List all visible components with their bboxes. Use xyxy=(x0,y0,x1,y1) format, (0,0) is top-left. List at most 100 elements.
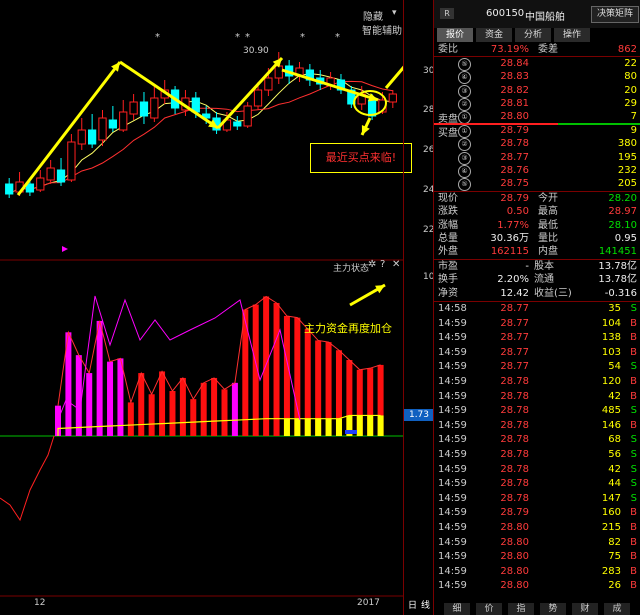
trade-row: 14:59 28.78 44 S xyxy=(434,477,640,491)
trade-row: 14:59 28.78 146 B xyxy=(434,419,640,433)
trade-price: 28.78 xyxy=(500,376,529,387)
wc-value: 862 xyxy=(617,44,637,55)
order-price: 28.82 xyxy=(500,84,529,96)
trade-row: 14:59 28.80 283 B xyxy=(434,565,640,579)
candle-body xyxy=(5,183,14,195)
buy-label: 买盘 xyxy=(438,128,458,139)
trade-time: 14:59 xyxy=(438,390,467,402)
stat-value: 0.50 xyxy=(506,206,529,218)
close-icon[interactable]: ✕ xyxy=(392,259,400,270)
quote-tabs: 报价 资金 分析 操作 xyxy=(434,28,640,42)
order-row: ④ 28.76 232 xyxy=(434,164,640,178)
trade-price: 28.80 xyxy=(500,522,529,533)
order-price: 28.81 xyxy=(500,97,529,109)
trade-volume: 26 xyxy=(608,580,621,592)
order-price: 28.75 xyxy=(500,178,529,190)
indicator-name: 主力状态 xyxy=(333,264,370,274)
help-icon[interactable]: ? xyxy=(380,259,385,270)
trade-row: 14:59 28.78 120 B xyxy=(434,375,640,389)
trade-time: 14:59 xyxy=(438,507,467,519)
candle-body xyxy=(119,111,128,131)
indicator-yellow-bar xyxy=(294,418,301,436)
trade-side: S xyxy=(630,463,637,475)
indicator-yellow-bar xyxy=(356,415,363,436)
stock-name: 中国船舶 xyxy=(525,12,565,23)
candle-body xyxy=(243,105,252,127)
order-volume: 22 xyxy=(624,58,637,69)
order-volume: 380 xyxy=(617,138,637,150)
trade-price: 28.78 xyxy=(500,492,529,504)
order-price: 28.80 xyxy=(500,111,529,123)
period-line-label[interactable]: 线 xyxy=(421,598,430,611)
tab-quote[interactable]: 报价 xyxy=(437,28,474,42)
bottom-tab[interactable]: 细 xyxy=(444,603,470,615)
indicator-bar xyxy=(169,390,176,436)
decision-matrix-button[interactable]: 决策矩阵 xyxy=(591,6,639,23)
indicator-bar xyxy=(148,394,155,436)
x-label-right: 2017 xyxy=(357,598,380,608)
trade-price: 28.77 xyxy=(500,317,529,329)
bottom-tab[interactable]: 财 xyxy=(572,603,598,615)
bottom-tab[interactable]: 势 xyxy=(540,603,566,615)
fund-value: 12.42 xyxy=(500,287,529,299)
ma10-line xyxy=(8,80,393,195)
fund-label: 换手 xyxy=(438,274,458,286)
trade-volume: 160 xyxy=(601,507,621,519)
level-circle: ④ xyxy=(458,164,471,178)
trade-time: 14:59 xyxy=(438,478,467,490)
order-price: 28.78 xyxy=(500,138,529,150)
fund-label: 股本 xyxy=(534,261,554,272)
trade-price: 28.78 xyxy=(500,478,529,490)
stat-value: 28.79 xyxy=(500,193,529,204)
candle-body xyxy=(264,77,273,91)
fund-value: 2.20% xyxy=(497,274,529,286)
trade-side: S xyxy=(630,492,637,504)
fund-label: 净资 xyxy=(438,287,458,299)
trade-price: 28.80 xyxy=(500,580,529,592)
bottom-tab[interactable]: 价 xyxy=(476,603,502,615)
buy-orders: ① 28.79 9 ② 28.78 380 ③ 28.77 195 ④ 28.76 232 ⑤ 28.75… xyxy=(434,124,640,192)
tab-operation[interactable]: 操作 xyxy=(554,28,591,42)
kline-chart-area[interactable]: 隐藏 ▾ 智能辅助 * * * * * 30.90 最近买点来临! 主力状态 ✲ ? ✕… xyxy=(0,0,412,615)
fund-value: -0.316 xyxy=(604,287,637,299)
trade-time: 14:59 xyxy=(438,536,467,548)
order-row: ② 28.81 29 xyxy=(434,97,640,111)
stat-label: 总量 xyxy=(438,232,458,244)
trade-price: 28.80 xyxy=(500,565,529,577)
trade-time: 14:59 xyxy=(438,565,467,577)
settings-icon[interactable]: ✲ xyxy=(368,259,376,270)
period-day-label[interactable]: 日 xyxy=(408,598,417,611)
trade-side: B xyxy=(630,376,637,387)
trade-row: 14:59 28.78 56 S xyxy=(434,448,640,462)
indicator-curve-left xyxy=(0,435,55,522)
candle-body xyxy=(139,101,149,117)
trade-row: 14:59 28.79 160 B xyxy=(434,506,640,520)
quote-header: R 600150 中国船舶 决策矩阵 xyxy=(434,0,640,28)
buy-point-annotation: 最近买点来临! xyxy=(310,143,412,173)
level-circle: ② xyxy=(458,138,471,152)
quote-panel: R 600150 中国船舶 决策矩阵 报价 资金 分析 操作 委比 73.19%… xyxy=(433,0,640,615)
peak-price-label: 30.90 xyxy=(243,46,269,56)
tab-fund[interactable]: 资金 xyxy=(476,28,513,42)
indicator-bar xyxy=(190,399,197,436)
trade-time: 14:59 xyxy=(438,551,467,563)
order-row: ③ 28.77 195 xyxy=(434,151,640,165)
order-price: 28.83 xyxy=(500,71,529,83)
indicator-bar xyxy=(273,302,280,436)
fundamental-stats: 市盈 - 股本 13.78亿 换手 2.20% 流通 13.78亿 净资 12.42 收益(三) -0… xyxy=(434,260,640,300)
bottom-tab[interactable]: 成 xyxy=(604,603,630,615)
stat-label: 涨幅 xyxy=(438,219,458,231)
bottom-tab[interactable]: 指 xyxy=(508,603,534,615)
indicator-bar xyxy=(179,377,186,436)
tab-analysis[interactable]: 分析 xyxy=(515,28,552,42)
stat-label: 现价 xyxy=(438,193,458,204)
price-chart-svg: * * * * * xyxy=(0,32,403,597)
event-star-marker: * xyxy=(335,32,340,43)
order-volume: 80 xyxy=(624,71,637,83)
trade-side: B xyxy=(630,317,637,329)
trade-time: 14:59 xyxy=(438,492,467,504)
tick-trades-list[interactable]: 14:58 28.77 35 S 14:59 28.77 104 B 14:59 28.77 138… xyxy=(434,302,640,602)
stat-value: 162115 xyxy=(490,246,529,258)
stat-value: 28.20 xyxy=(608,193,637,204)
indicator-yellow-bar xyxy=(283,418,290,436)
